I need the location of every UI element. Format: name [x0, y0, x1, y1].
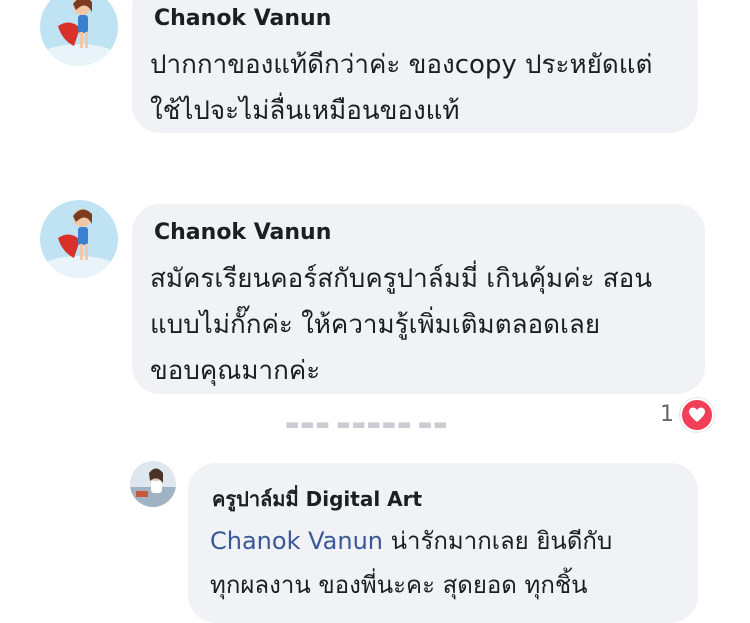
avatar[interactable]	[40, 0, 118, 66]
comment-text-line: สมัครเรียนคอร์สกับครูปาล์มมี่ เกินคุ้มค่…	[150, 264, 653, 294]
reply-bubble[interactable]: ครูปาล์มมี่ Digital Art Chanok Vanun น่า…	[188, 463, 698, 623]
reply-text-line: ทุกผลงาน ของพี่นะคะ สุดยอด ทุกชิ้น	[210, 571, 588, 599]
comment-text-line: แบบไม่กั๊กค่ะ ให้ความรู้เพิ่มเติมตลอดเลย	[150, 310, 601, 340]
comment-bubble[interactable]: Chanok Vanun สมัครเรียนคอร์สกับครูปาล์มม…	[132, 204, 705, 394]
mention-link[interactable]: Chanok Vanun	[210, 527, 383, 555]
comment-text-line: ใช้ไปจะไม่ลื่นเหมือนของแท้	[150, 96, 460, 126]
avatar[interactable]	[130, 461, 176, 507]
reply-text-line: Chanok Vanun น่ารักมากเลย ยินดีกับ	[210, 521, 612, 560]
reply-author[interactable]: ครูปาล์มมี่ Digital Art	[212, 483, 422, 515]
reaction-count[interactable]: 1	[660, 402, 674, 427]
avatar[interactable]	[40, 200, 118, 278]
comment-text-line: ปากกาของแท้ดีกว่าค่ะ ของcopy ประหยัดแต่	[150, 50, 653, 80]
comment-bubble[interactable]: Chanok Vanun ปากกาของแท้ดีกว่าค่ะ ของcop…	[132, 0, 698, 133]
comment-author[interactable]: Chanok Vanun	[154, 220, 331, 245]
comment-actions[interactable]: ▬▬▬ ▬▬▬▬▬ ▬▬	[285, 415, 448, 433]
heart-icon[interactable]	[680, 398, 714, 432]
comment-text-line: ขอบคุณมากค่ะ	[150, 356, 321, 386]
reply-text: น่ารักมากเลย ยินดีกับ	[383, 527, 613, 555]
comment-author[interactable]: Chanok Vanun	[154, 6, 331, 31]
